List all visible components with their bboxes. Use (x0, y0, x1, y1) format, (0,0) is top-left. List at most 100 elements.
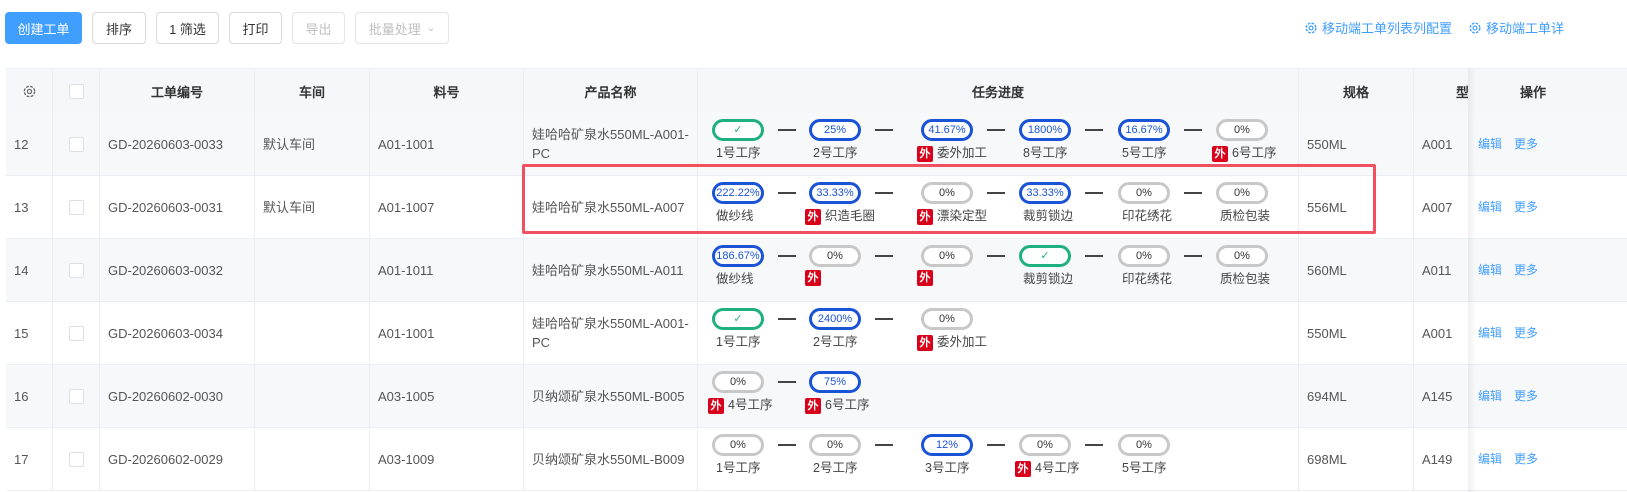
process-step[interactable]: 41.67% 外委外加工 (917, 113, 1001, 175)
row-checkbox[interactable] (68, 262, 84, 278)
row-checkbox[interactable] (68, 136, 84, 152)
process-step[interactable]: 0% 外 (805, 239, 889, 301)
process-step[interactable]: 0% 外 4号工序 (708, 365, 792, 427)
table-row[interactable]: 15 GD-20260603-0034 A01-1001 娃哈哈矿泉水550ML-A0… (6, 302, 1627, 365)
edit-link[interactable]: 编辑 (1478, 198, 1502, 217)
header-product: 产品名称 (524, 69, 698, 113)
edit-link[interactable]: 编辑 (1478, 261, 1502, 280)
step-connector (778, 255, 796, 257)
work-order-table: 工单编号 车间 料号 产品名称 任务进度 规格 型 操作 12 GD-202606… (6, 68, 1627, 492)
task-progress: 0% 1号工序 0% 2号工序 12% 3号工序 0% 外 4号工序 0% 5号工序 (698, 428, 1299, 490)
process-step[interactable]: ✓ 裁剪锁边 (1019, 239, 1099, 301)
product-name-cell: 贝纳颂矿泉水550ML-B009 (524, 428, 698, 490)
process-step[interactable]: 0% 外 (917, 239, 1001, 301)
more-link[interactable]: 更多 (1514, 324, 1538, 343)
progress-pill: 0% (1118, 182, 1170, 204)
row-select-cell[interactable] (53, 239, 100, 301)
process-step[interactable]: 0% 外漂染定型 (917, 176, 1001, 238)
row-select-cell[interactable] (53, 113, 100, 175)
print-button[interactable]: 打印 (229, 12, 282, 44)
step-connector (987, 444, 1005, 446)
process-step[interactable]: 0% 外委外加工 (917, 302, 1001, 364)
mobile-detail-config-link[interactable]: 移动端工单详 (1468, 18, 1564, 37)
row-select-cell[interactable] (53, 428, 100, 490)
process-step[interactable]: 75% 外 6号工序 (805, 365, 889, 427)
step-label: 外 (917, 270, 937, 286)
process-step[interactable]: 0% 外 6号工序 (1212, 113, 1296, 175)
step-name: 6号工序 (825, 398, 870, 412)
step-label: 1号工序 (716, 459, 760, 478)
row-checkbox[interactable] (68, 325, 84, 341)
gear-icon[interactable] (22, 84, 37, 99)
export-button[interactable]: 导出 (292, 12, 345, 44)
step-connector (778, 381, 796, 383)
task-progress: 222.22% 做纱线 33.33% 外织造毛圈 0% 外漂染定型 33.33% 裁剪锁边 0%… (698, 176, 1299, 238)
edit-link[interactable]: 编辑 (1478, 387, 1502, 406)
process-step[interactable]: 186.67% 做纱线 (712, 239, 792, 301)
table-row[interactable]: 16 GD-20260602-0030 A03-1005 贝纳颂矿泉水550ML-B0… (6, 365, 1627, 428)
process-step[interactable]: 33.33% 外织造毛圈 (805, 176, 889, 238)
process-step[interactable]: 0% 2号工序 (809, 428, 889, 490)
step-connector (778, 192, 796, 194)
check-icon: ✓ (712, 308, 764, 330)
select-all-checkbox[interactable] (68, 83, 84, 99)
outsource-badge: 外 (1212, 145, 1228, 162)
process-step[interactable]: ✓ 1号工序 (712, 302, 792, 364)
step-connector (875, 255, 893, 257)
process-step[interactable]: 16.67% 5号工序 (1118, 113, 1198, 175)
process-step[interactable]: 0% 外 4号工序 (1015, 428, 1099, 490)
process-step[interactable]: 0% 印花绣花 (1118, 176, 1198, 238)
create-order-button[interactable]: 创建工单 (5, 12, 82, 44)
row-select-cell[interactable] (53, 176, 100, 238)
more-link[interactable]: 更多 (1514, 387, 1538, 406)
process-step[interactable]: 0% 5号工序 (1118, 428, 1198, 490)
row-index: 15 (6, 302, 53, 364)
process-step[interactable]: ✓ 1号工序 (712, 113, 792, 175)
process-step[interactable]: 2400% 2号工序 (809, 302, 889, 364)
edit-link[interactable]: 编辑 (1478, 324, 1502, 343)
process-step[interactable]: 1800% 8号工序 (1019, 113, 1099, 175)
table-header: 工单编号 车间 料号 产品名称 任务进度 规格 型 操作 (6, 69, 1627, 114)
process-step[interactable]: 0% 质检包装 (1216, 239, 1296, 301)
more-link[interactable]: 更多 (1514, 450, 1538, 469)
step-name: 1号工序 (716, 146, 761, 160)
sort-button[interactable]: 排序 (92, 12, 146, 44)
step-name: 裁剪锁边 (1023, 272, 1074, 286)
step-connector (1184, 255, 1202, 257)
process-step[interactable]: 25% 2号工序 (809, 113, 889, 175)
more-link[interactable]: 更多 (1514, 198, 1538, 217)
progress-pill: 0% (921, 245, 973, 267)
process-step[interactable]: 33.33% 裁剪锁边 (1019, 176, 1099, 238)
row-checkbox[interactable] (68, 451, 84, 467)
more-link[interactable]: 更多 (1514, 261, 1538, 280)
batch-process-dropdown[interactable]: 批量处理 ⌄ (355, 12, 449, 44)
step-label: 外 (805, 270, 825, 286)
edit-link[interactable]: 编辑 (1478, 135, 1502, 154)
column-settings-cell[interactable] (6, 69, 53, 113)
row-select-cell[interactable] (53, 302, 100, 364)
row-ops: 编辑 更多 (1468, 302, 1627, 364)
row-checkbox[interactable] (68, 199, 84, 215)
progress-pill: 0% (921, 182, 973, 204)
row-checkbox[interactable] (68, 388, 84, 404)
edit-link[interactable]: 编辑 (1478, 450, 1502, 469)
table-row[interactable]: 13 GD-20260603-0031 默认车间 A01-1007 娃哈哈矿泉水550M… (6, 176, 1627, 239)
step-label: 外 6号工序 (805, 396, 869, 415)
process-step[interactable]: 0% 印花绣花 (1118, 239, 1198, 301)
outsource-badge: 外 (805, 397, 821, 414)
product-name: 娃哈哈矿泉水550ML-A001-PC (532, 316, 689, 350)
process-step[interactable]: 0% 1号工序 (712, 428, 792, 490)
task-progress: 0% 外 4号工序 75% 外 6号工序 (698, 365, 1299, 427)
mobile-list-config-link[interactable]: 移动端工单列表列配置 (1304, 18, 1452, 37)
filter-button[interactable]: 1 筛选 (156, 12, 219, 44)
header-workshop: 车间 (255, 69, 370, 113)
process-step[interactable]: 12% 3号工序 (921, 428, 1001, 490)
table-row[interactable]: 14 GD-20260603-0032 A01-1011 娃哈哈矿泉水550ML-A0… (6, 239, 1627, 302)
more-link[interactable]: 更多 (1514, 135, 1538, 154)
select-all-cell[interactable] (53, 69, 100, 113)
row-select-cell[interactable] (53, 365, 100, 427)
table-row[interactable]: 17 GD-20260602-0029 A03-1009 贝纳颂矿泉水550ML-B0… (6, 428, 1627, 491)
process-step[interactable]: 222.22% 做纱线 (712, 176, 792, 238)
table-row[interactable]: 12 GD-20260603-0033 默认车间 A01-1001 娃哈哈矿泉水550M… (6, 113, 1627, 176)
process-step[interactable]: 0% 质检包装 (1216, 176, 1296, 238)
